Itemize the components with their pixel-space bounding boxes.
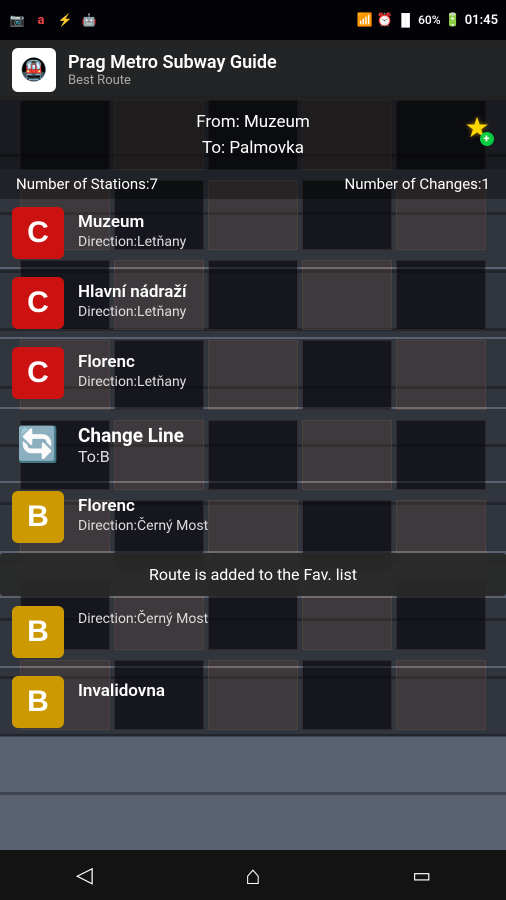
station-item-muzeum: C Muzeum Direction:Letňany	[0, 199, 506, 267]
station-item-b2: B Direction:Černý Most	[0, 598, 506, 666]
app-title-block: Prag Metro Subway Guide Best Route	[68, 52, 277, 89]
app-subtitle: Best Route	[68, 73, 277, 88]
star-plus-icon: +	[480, 132, 494, 146]
stats-bar: Number of Stations:7 Number of Changes:1	[0, 169, 506, 199]
favorite-button[interactable]: ★ +	[458, 108, 496, 146]
star-icon: ★ +	[464, 111, 489, 144]
station-info-florenc-b: Florenc Direction:Černý Most	[78, 491, 208, 537]
status-bar: 📷 a ⚡ 🤖 📶 ⏰ ▐▌ 60% 🔋 01:45	[0, 0, 506, 40]
avast-icon: a	[32, 11, 50, 29]
stations-count: Number of Stations:7	[16, 175, 158, 193]
screenshot-icon: 📷	[8, 11, 26, 29]
home-button[interactable]: ⌂	[223, 853, 283, 897]
recent-apps-icon: ▭	[412, 863, 431, 887]
station-item-florenc-c: C Florenc Direction:Letňany	[0, 339, 506, 407]
bottom-nav: ◁ ⌂ ▭	[0, 850, 506, 900]
change-label: Change Line	[78, 424, 184, 447]
change-icon-wrapper: 🔄	[12, 419, 64, 471]
station-info-florenc-c: Florenc Direction:Letňany	[78, 347, 186, 393]
station-direction-b2: Direction:Černý Most	[78, 610, 208, 630]
station-name-florenc-b: Florenc	[78, 495, 208, 517]
back-button[interactable]: ◁	[54, 853, 114, 897]
line-c-badge: C	[12, 207, 64, 259]
battery-percent: 60%	[418, 13, 440, 27]
status-icons-right: 📶 ⏰ ▐▌ 60% 🔋 01:45	[357, 13, 498, 28]
changes-count: Number of Changes:1	[345, 175, 490, 193]
station-name-muzeum: Muzeum	[78, 211, 186, 233]
station-item-florenc-b: B Florenc Direction:Černý Most	[0, 483, 506, 551]
app-header: 🚇 Prag Metro Subway Guide Best Route	[0, 40, 506, 100]
tooltip-text: Route is added to the Fav. list	[149, 565, 357, 584]
train-icon: 🚇	[20, 58, 47, 83]
app-logo: 🚇	[12, 48, 56, 92]
tooltip-bar: Route is added to the Fav. list	[0, 553, 506, 596]
station-direction-florenc-c: Direction:Letňany	[78, 373, 186, 393]
change-line-section: 🔄 Change Line To:B	[0, 409, 506, 481]
battery-icon: 🔋	[445, 13, 461, 28]
signal-icon: 📶	[357, 13, 373, 28]
station-item-hlavni: C Hlavní nádraží Direction:Letňany	[0, 269, 506, 337]
station-direction-muzeum: Direction:Letňany	[78, 233, 186, 253]
main-content: From: Muzeum To: Palmovka ★ + Number of …	[0, 100, 506, 850]
app-title: Prag Metro Subway Guide	[68, 52, 277, 74]
station-name-florenc-c: Florenc	[78, 351, 186, 373]
line-c-badge-3: C	[12, 347, 64, 399]
line-c-badge-2: C	[12, 277, 64, 329]
station-info-muzeum: Muzeum Direction:Letňany	[78, 207, 186, 253]
change-to: To:B	[78, 447, 184, 466]
station-direction-florenc-b: Direction:Černý Most	[78, 517, 208, 537]
line-b-badge: B	[12, 491, 64, 543]
station-direction-hlavni: Direction:Letňany	[78, 303, 187, 323]
station-info-hlavni: Hlavní nádraží Direction:Letňany	[78, 277, 187, 323]
route-to: To: Palmovka	[16, 136, 490, 162]
route-header: From: Muzeum To: Palmovka ★ +	[0, 100, 506, 169]
change-arrows-icon: 🔄	[17, 425, 59, 465]
change-info: Change Line To:B	[78, 424, 184, 466]
station-item-invalidovna: B Invalidovna	[0, 668, 506, 736]
alarm-icon: ⏰	[377, 13, 393, 28]
back-icon: ◁	[76, 863, 93, 888]
usb-icon: ⚡	[56, 11, 74, 29]
recent-apps-button[interactable]: ▭	[392, 853, 452, 897]
station-info-b2: Direction:Černý Most	[78, 606, 208, 630]
line-b-badge-2: B	[12, 606, 64, 658]
route-list: C Muzeum Direction:Letňany C Hlavní nádr…	[0, 199, 506, 736]
station-name-hlavni: Hlavní nádraží	[78, 281, 187, 303]
clock: 01:45	[465, 13, 498, 28]
home-icon: ⌂	[245, 860, 261, 891]
line-b-badge-3: B	[12, 676, 64, 728]
station-name-invalidovna: Invalidovna	[78, 680, 165, 702]
station-info-invalidovna: Invalidovna	[78, 676, 165, 702]
status-icons-left: 📷 a ⚡ 🤖	[8, 11, 98, 29]
android-icon: 🤖	[80, 11, 98, 29]
signal-bars-icon: ▐▌	[397, 13, 414, 27]
route-from: From: Muzeum	[16, 110, 490, 136]
